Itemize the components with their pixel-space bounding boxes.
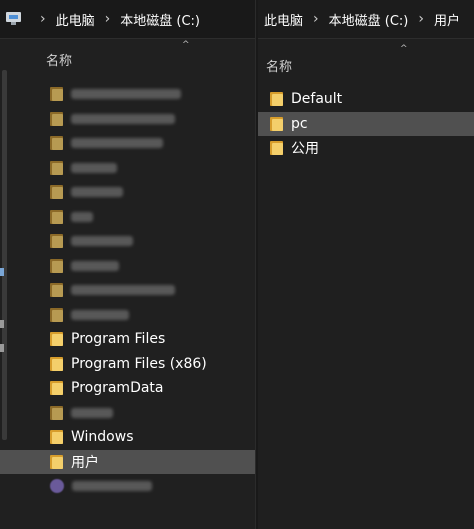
right-address-bar[interactable]: 此电脑 › 本地磁盘 (C:) › 用户 [258, 0, 474, 39]
item-label: pc [291, 115, 308, 132]
redacted-label [72, 481, 152, 491]
redacted-label [71, 89, 181, 99]
redacted-label [71, 187, 123, 197]
folder-icon [50, 209, 63, 224]
breadcrumb-separator-icon: › [418, 11, 424, 27]
folder-icon [50, 234, 63, 248]
folder-icon [270, 116, 283, 131]
breadcrumb-this-pc[interactable]: 此电脑 [56, 10, 95, 29]
list-item[interactable]: Windows [0, 425, 255, 449]
right-explorer-pane: 此电脑 › 本地磁盘 (C:) › 用户 名称 ^ Default pc 公用 [258, 0, 474, 529]
column-header-name[interactable]: 名称 [266, 56, 292, 75]
breadcrumb-users[interactable]: 用户 [434, 10, 460, 29]
item-label: ProgramData [71, 380, 164, 396]
breadcrumb-drive-c[interactable]: 本地磁盘 (C:) [329, 10, 409, 29]
list-item[interactable] [0, 254, 255, 278]
folder-icon [50, 258, 63, 273]
folder-icon [50, 136, 63, 150]
list-item[interactable] [0, 156, 255, 180]
list-item[interactable]: ProgramData [0, 376, 255, 400]
sort-up-icon: ^ [400, 44, 408, 54]
breadcrumb-this-pc[interactable]: 此电脑 [264, 10, 303, 29]
list-item[interactable] [0, 205, 255, 229]
folder-icon [50, 283, 63, 297]
list-item[interactable]: Default [258, 87, 474, 111]
breadcrumb-separator-icon: › [104, 11, 111, 27]
breadcrumb-separator-icon: › [40, 11, 46, 27]
item-label: Program Files [71, 331, 166, 347]
folder-icon [50, 430, 63, 444]
list-item[interactable]: pc [258, 111, 474, 136]
item-label: Program Files (x86) [71, 355, 207, 372]
folder-icon [50, 307, 63, 322]
item-label: 公用 [291, 141, 319, 157]
list-item[interactable]: Program Files (x86) [0, 352, 255, 376]
sort-up-icon: ^ [182, 40, 190, 50]
breadcrumb-separator-icon: › [313, 11, 319, 27]
list-item[interactable] [0, 303, 255, 327]
list-item[interactable]: 用户 [0, 449, 255, 474]
redacted-label [71, 407, 113, 418]
folder-icon [270, 92, 283, 106]
redacted-label [71, 309, 129, 320]
list-item[interactable] [0, 82, 255, 106]
folder-icon [50, 356, 63, 371]
list-item[interactable]: Program Files [0, 327, 255, 351]
column-header-name[interactable]: 名称 [46, 50, 72, 69]
list-item[interactable] [0, 107, 255, 131]
folder-icon [50, 454, 63, 469]
folder-icon [50, 111, 63, 126]
redacted-label [71, 260, 119, 271]
breadcrumb-drive-c[interactable]: 本地磁盘 (C:) [120, 10, 200, 29]
folder-icon [50, 87, 63, 101]
item-label: Default [291, 91, 343, 107]
folder-icon [50, 185, 63, 199]
redacted-label [71, 211, 93, 222]
drive-icon [6, 12, 24, 26]
folder-icon [50, 381, 63, 395]
redacted-label [71, 236, 133, 246]
left-address-bar[interactable]: › 此电脑 › 本地磁盘 (C:) [0, 0, 255, 39]
folder-icon [50, 160, 63, 175]
redacted-label [71, 285, 175, 295]
list-item[interactable] [0, 180, 255, 204]
list-item[interactable]: 公用 [258, 136, 474, 160]
list-item[interactable] [0, 401, 255, 425]
item-label: Windows [71, 429, 134, 445]
folder-icon [270, 141, 283, 155]
folder-icon [50, 332, 63, 346]
redacted-label [71, 113, 175, 124]
redacted-label [71, 138, 163, 148]
explorer-dual-view: › 此电脑 › 本地磁盘 (C:) 名称 ^ Program Files Prog… [0, 0, 474, 529]
left-column-header[interactable]: 名称 ^ [0, 40, 255, 72]
redacted-label [71, 162, 117, 173]
list-item[interactable] [0, 131, 255, 155]
avatar-icon [50, 479, 64, 493]
right-column-header[interactable]: 名称 ^ [258, 44, 474, 78]
list-item[interactable] [0, 229, 255, 253]
left-explorer-pane: › 此电脑 › 本地磁盘 (C:) 名称 ^ Program Files Prog… [0, 0, 256, 529]
item-label: 用户 [71, 454, 99, 471]
list-item[interactable] [0, 278, 255, 302]
list-item[interactable] [0, 474, 255, 498]
folder-icon [50, 405, 63, 420]
